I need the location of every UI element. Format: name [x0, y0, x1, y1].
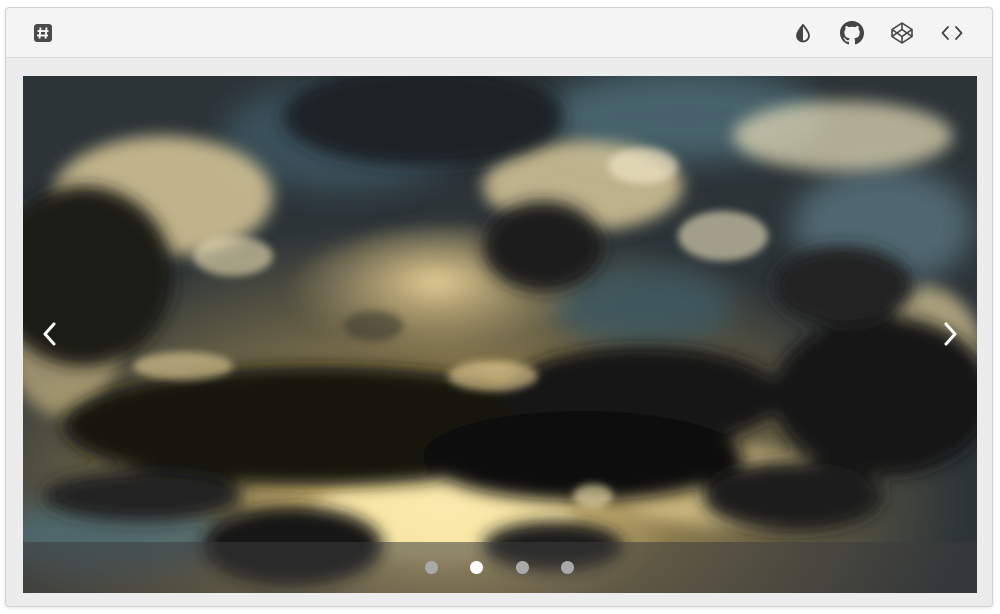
chevron-right-icon: [944, 322, 957, 346]
slide-dot-4[interactable]: [561, 561, 574, 574]
code-icon[interactable]: [939, 20, 965, 46]
image-slider[interactable]: [23, 76, 977, 593]
slide-indicator-bar: [23, 542, 977, 593]
demo-frame: [5, 7, 993, 607]
hash-icon[interactable]: [30, 20, 56, 46]
codepen-icon[interactable]: [889, 20, 915, 46]
contrast-icon[interactable]: [790, 20, 816, 46]
slide-dot-2[interactable]: [470, 561, 483, 574]
next-slide-button[interactable]: [935, 316, 965, 352]
slide-image: [23, 76, 977, 593]
slide-dot-3[interactable]: [516, 561, 529, 574]
chevron-left-icon: [43, 322, 56, 346]
slide-dot-1[interactable]: [425, 561, 438, 574]
github-icon[interactable]: [839, 20, 865, 46]
toolbar: [6, 8, 992, 58]
prev-slide-button[interactable]: [35, 316, 65, 352]
